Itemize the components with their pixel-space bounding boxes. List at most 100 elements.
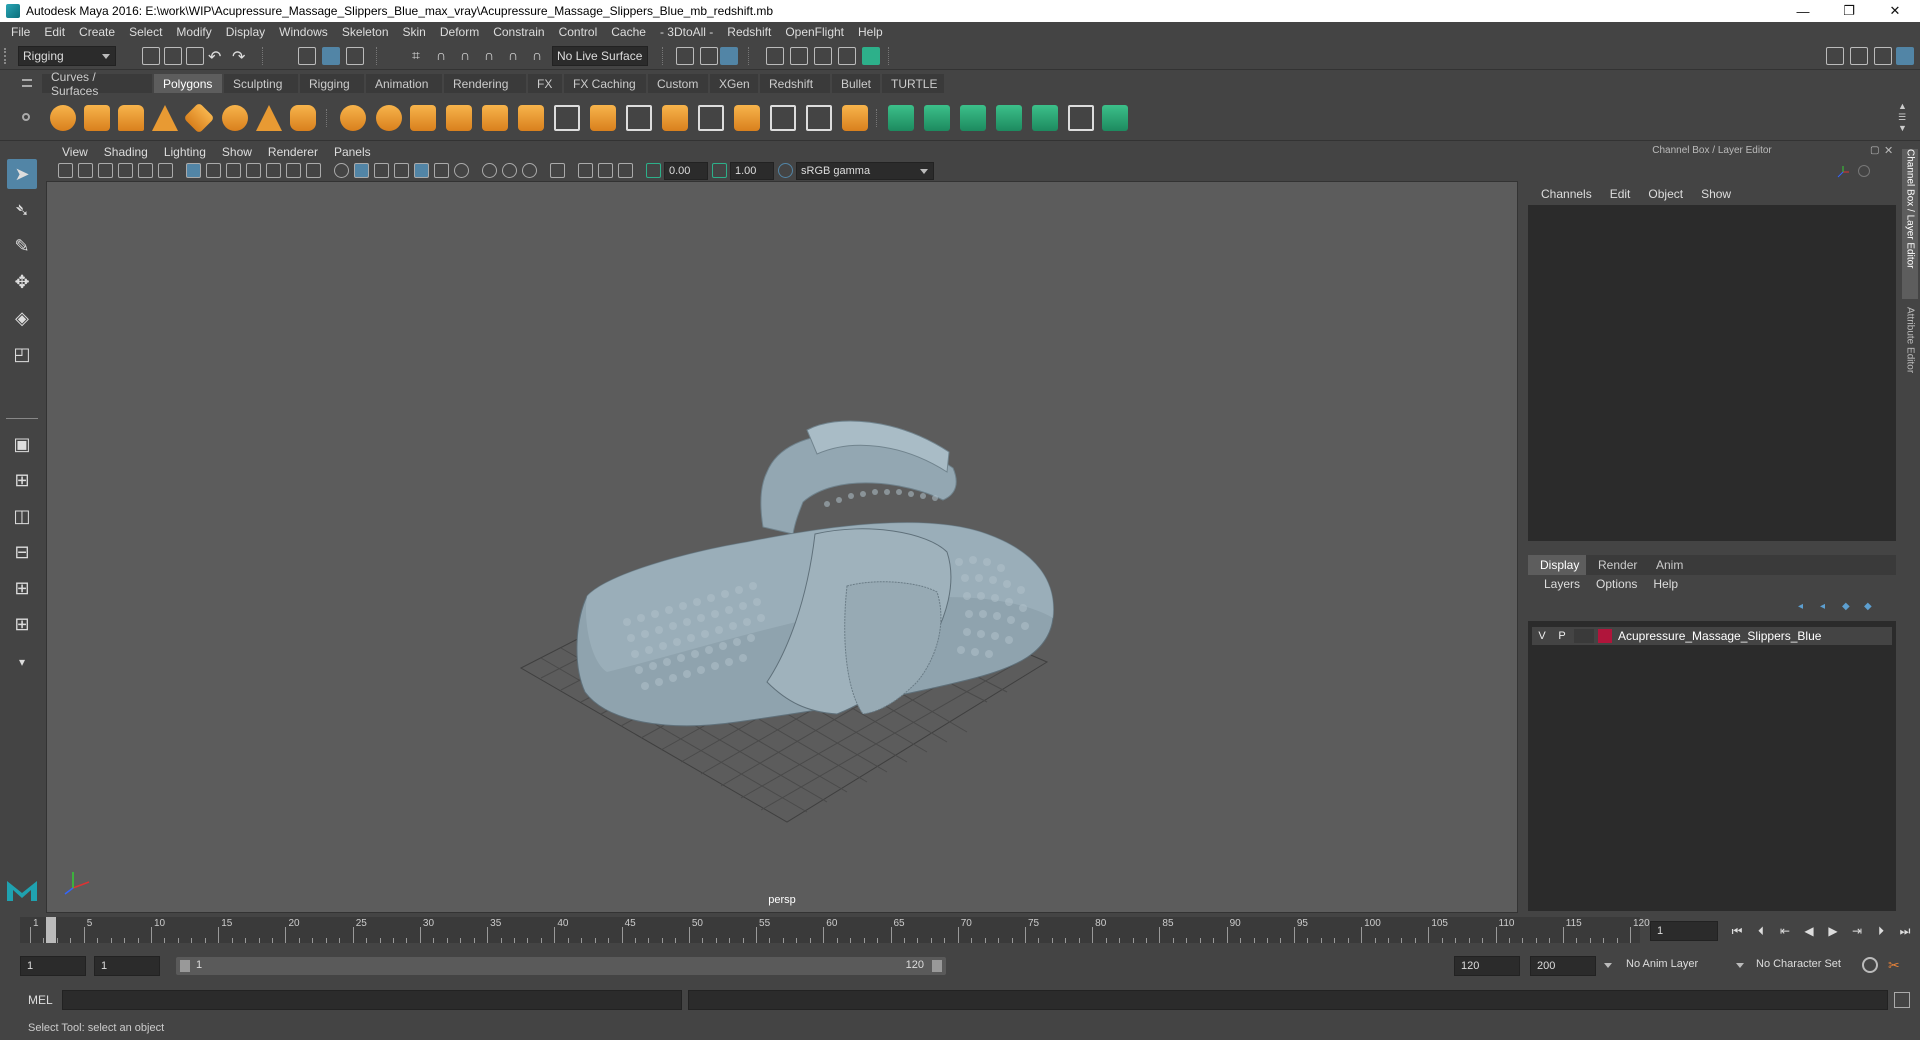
attribute-editor-side-tab[interactable]: Attribute Editor [1902,307,1918,395]
layout-uv-icon[interactable] [1102,105,1128,131]
camera-attributes-icon[interactable] [78,163,93,178]
playback-end-field[interactable]: 120 [1454,956,1520,976]
poly-cube-icon[interactable] [84,105,110,131]
channel-box-toggle-icon[interactable] [1896,47,1914,65]
menu-constrain[interactable]: Constrain [486,25,551,39]
extrude-icon[interactable] [590,105,616,131]
layer-menu-help[interactable]: Help [1645,577,1686,595]
channel-box-menu-show[interactable]: Show [1692,187,1740,205]
range-start-handle[interactable] [180,960,190,972]
playback-start-field[interactable]: 1 [94,956,160,976]
shelf-options-icon[interactable] [22,113,30,121]
status-line-grip[interactable] [4,48,10,64]
planar-uv-icon[interactable] [888,105,914,131]
command-language-label[interactable]: MEL [28,993,53,1007]
manipulator-icon[interactable] [1836,165,1850,179]
redo-icon[interactable]: ↷ [232,47,250,66]
modeling-toolkit-icon[interactable] [1850,47,1868,65]
shelf-tab-sculpting[interactable]: Sculpting [224,74,298,93]
menu-edit[interactable]: Edit [37,25,72,39]
current-frame-marker[interactable] [46,917,56,943]
go-to-end-icon[interactable]: ⏭ [1896,923,1914,939]
menu-windows[interactable]: Windows [272,25,335,39]
shelf-tab-redshift[interactable]: Redshift [760,74,830,93]
menu-create[interactable]: Create [72,25,122,39]
snap-live-icon[interactable]: ∩ [532,47,550,65]
poly-prism-icon[interactable] [256,105,282,131]
speed-icon[interactable] [1858,165,1870,177]
viewport-menu-show[interactable]: Show [214,145,260,159]
bookmark-icon[interactable] [98,163,113,178]
shadows-icon[interactable] [434,163,449,178]
shelf-tab-xgen[interactable]: XGen [710,74,758,93]
anim-layer-label[interactable]: No Anim Layer [1626,958,1698,970]
grease-pencil-icon[interactable] [158,163,173,178]
snap-grid-icon[interactable]: ⌗ [412,47,430,65]
close-panel-icon[interactable]: ✕ [1884,144,1893,157]
menu-cache[interactable]: Cache [604,25,653,39]
menu-3dtoall[interactable]: - 3DtoAll - [653,25,720,39]
animation-end-field[interactable]: 200 [1530,956,1596,976]
character-set-label[interactable]: No Character Set [1756,958,1841,970]
select-object-icon[interactable] [322,47,340,65]
shelf-tab-polygons[interactable]: Polygons [154,74,222,93]
film-gate-icon[interactable] [206,163,221,178]
isolate-select-icon[interactable] [550,163,565,178]
shelf-menu-icon[interactable] [22,79,32,87]
exposure-icon[interactable] [646,163,661,178]
history-icon[interactable] [676,47,694,65]
grid-toggle-icon[interactable] [186,163,201,178]
poly-sphere-icon[interactable] [50,105,76,131]
wireframe-on-shaded-icon[interactable] [374,163,389,178]
xray-joints-icon[interactable] [598,163,613,178]
viewport-menu-lighting[interactable]: Lighting [156,145,214,159]
select-component-icon[interactable] [346,47,364,65]
character-set-dropdown-arrow-icon[interactable] [1736,963,1744,968]
resolution-gate-icon[interactable] [226,163,241,178]
smooth-icon[interactable] [446,105,472,131]
bridge-icon[interactable] [518,105,544,131]
gamma-icon[interactable] [712,163,727,178]
step-back-icon[interactable]: ⏴ [1752,923,1770,939]
range-end-handle[interactable] [932,960,942,972]
poly-torus-icon[interactable] [222,105,248,131]
layer-menu-options[interactable]: Options [1588,577,1645,595]
safe-title-icon[interactable] [306,163,321,178]
persp-outliner-layout-icon[interactable]: ⊞ [7,573,37,603]
auto-key-icon[interactable] [1862,957,1878,973]
viewport-menu-shading[interactable]: Shading [96,145,156,159]
select-hierarchy-icon[interactable] [298,47,316,65]
construction-history-icon[interactable] [720,47,738,65]
undo-icon[interactable]: ↶ [208,47,226,66]
menu-display[interactable]: Display [219,25,272,39]
close-button[interactable]: ✕ [1872,0,1918,22]
move-tool-icon[interactable]: ✥ [7,267,37,297]
single-perspective-layout-icon[interactable]: ▣ [7,429,37,459]
poly-cone-icon[interactable] [152,105,178,131]
command-input[interactable] [62,990,682,1010]
multi-cut-icon[interactable] [554,105,580,131]
target-weld-icon[interactable] [806,105,832,131]
append-polygon-icon[interactable] [626,105,652,131]
play-forwards-icon[interactable]: ▶ [1824,923,1842,939]
current-frame-field[interactable]: 1 [1650,921,1718,941]
smooth-shade-icon[interactable] [354,163,369,178]
menu-control[interactable]: Control [552,25,605,39]
menu-modify[interactable]: Modify [169,25,218,39]
layer-playback-toggle[interactable]: P [1552,630,1572,642]
menu-openflight[interactable]: OpenFlight [778,25,851,39]
render-view-icon[interactable] [862,47,880,65]
go-to-start-icon[interactable]: ⏮ [1728,923,1746,939]
2d-pan-zoom-icon[interactable] [138,163,153,178]
menu-skeleton[interactable]: Skeleton [335,25,396,39]
poly-cylinder-icon[interactable] [118,105,144,131]
menu-file[interactable]: File [4,25,37,39]
menu-skin[interactable]: Skin [396,25,433,39]
paint-select-tool-icon[interactable]: ✎ [7,231,37,261]
layer-tab-render[interactable]: Render [1586,555,1644,575]
animation-start-field[interactable]: 1 [20,956,86,976]
shelf-tab-bullet[interactable]: Bullet [832,74,880,93]
channel-box-side-tab[interactable]: Channel Box / Layer Editor [1902,149,1918,299]
depth-of-field-icon[interactable] [522,163,537,178]
shelf-tab-fx[interactable]: FX [528,74,562,93]
